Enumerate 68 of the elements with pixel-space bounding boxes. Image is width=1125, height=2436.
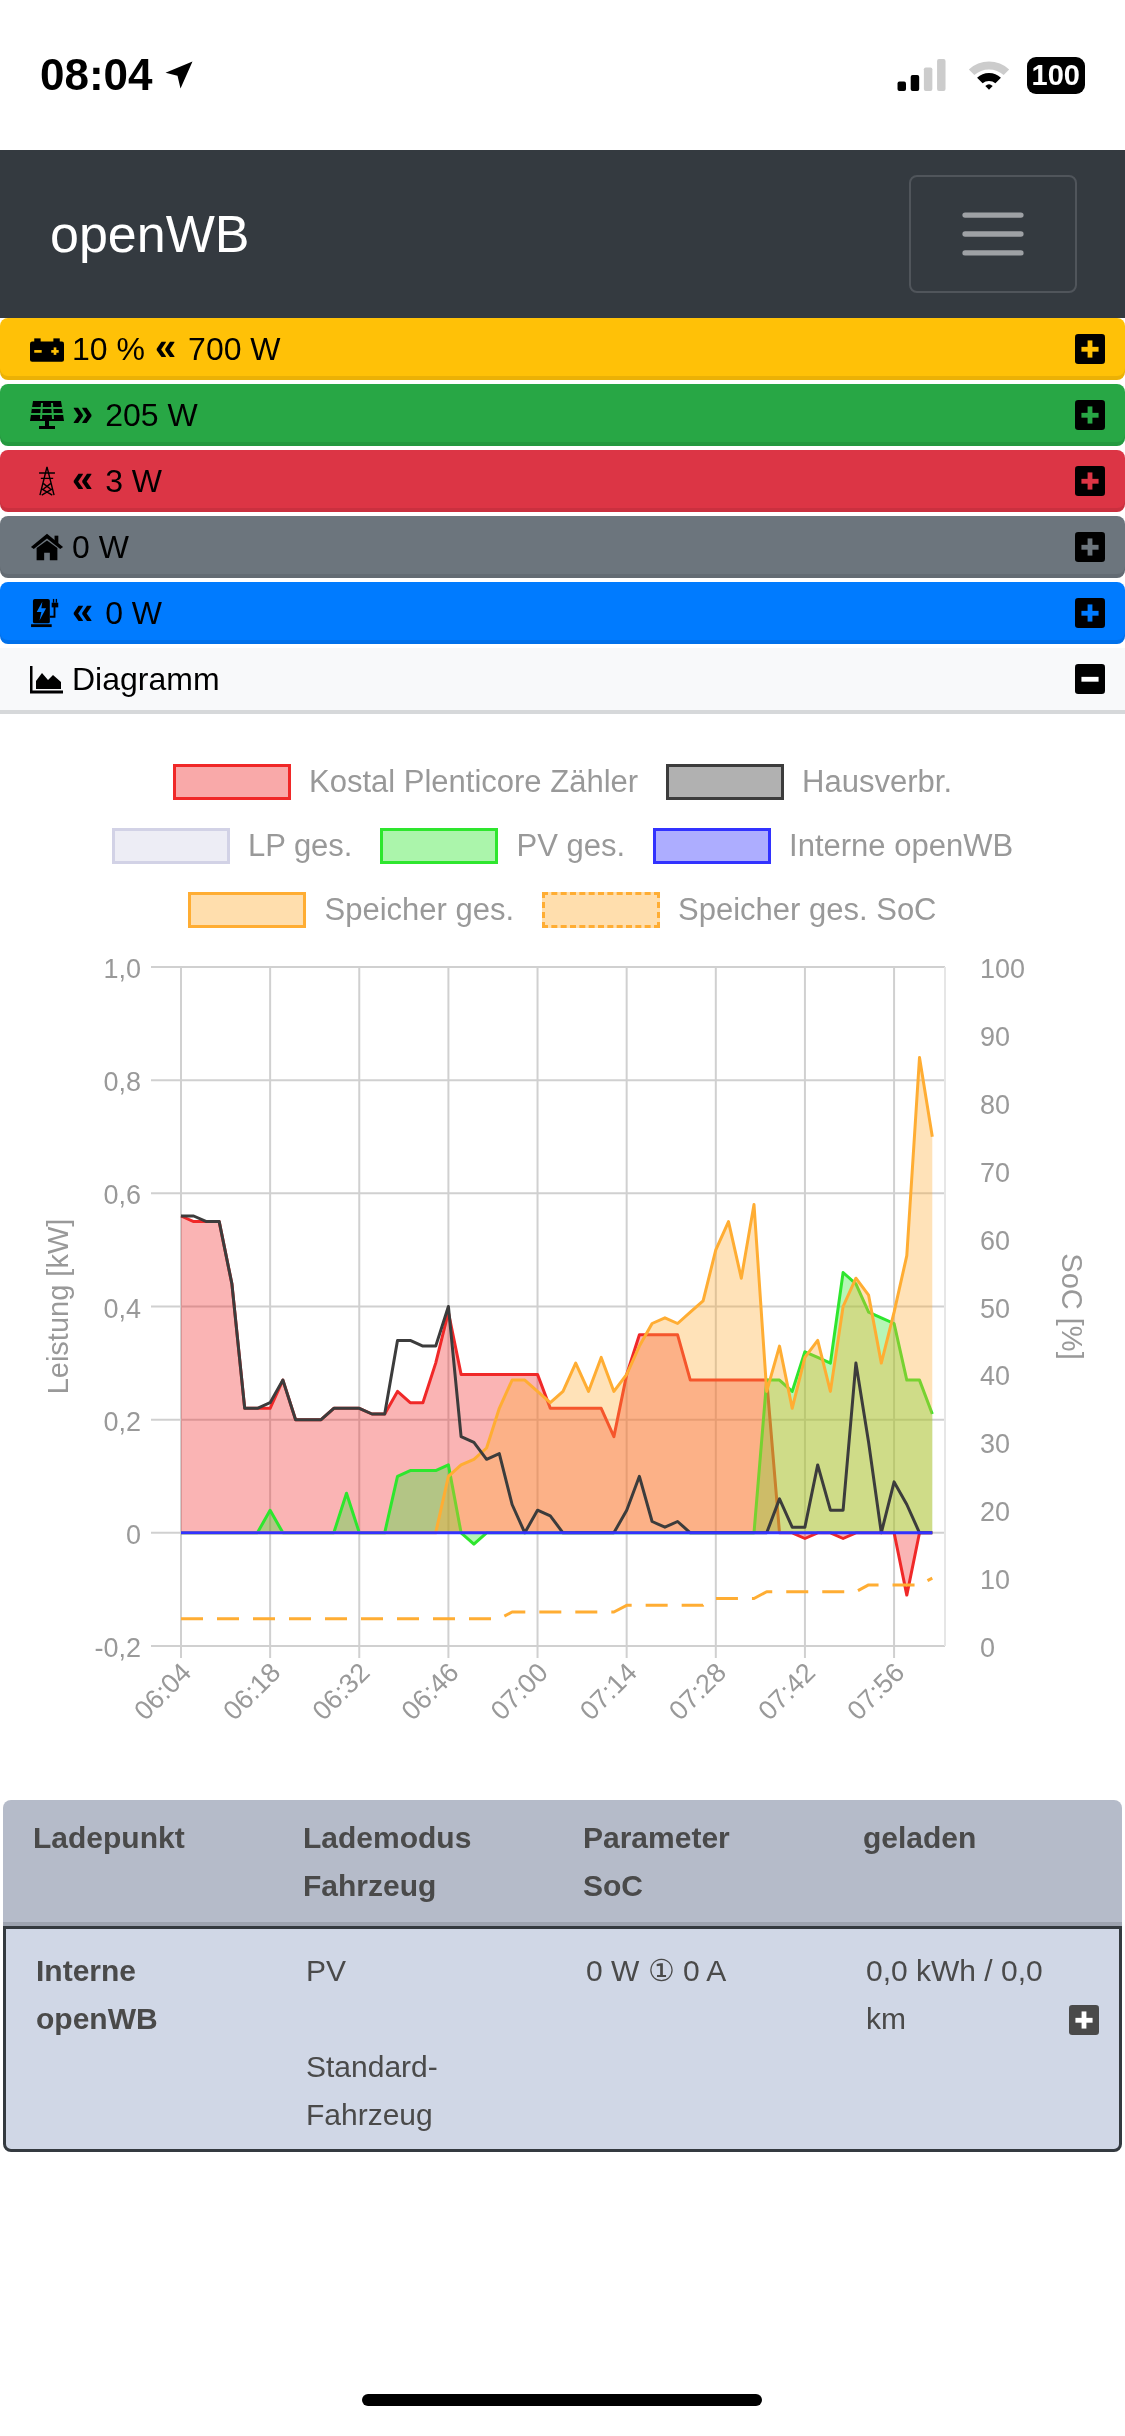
axis-tick-label: 60 (980, 1225, 1011, 1256)
plus-square-icon[interactable] (1075, 334, 1105, 364)
menu-button[interactable] (909, 175, 1077, 293)
direction-arrows: « (72, 592, 94, 630)
axis-tick-label: 30 (980, 1429, 1011, 1460)
power-banner[interactable]: » 205 W (0, 384, 1125, 446)
table-cell-text: Interne openWB (36, 1953, 159, 2037)
column-header: Ladepunkt (33, 1820, 186, 1856)
direction-arrows: » (72, 394, 94, 432)
legend-label[interactable]: Kostal Plenticore Zähler (309, 764, 639, 800)
minus-square-icon[interactable] (1075, 664, 1105, 694)
table-cell-text: Standard-Fahrzeug (306, 2049, 439, 2133)
power-banner[interactable]: 0 W (0, 516, 1125, 578)
legend-label[interactable]: Speicher ges. (324, 892, 515, 928)
plus-square-icon[interactable] (1075, 400, 1105, 430)
axis-tick-label: 10 (980, 1565, 1011, 1596)
section-title: Diagramm (72, 660, 220, 698)
battery-indicator: 100 (1026, 56, 1085, 94)
direction-arrows: « (72, 460, 94, 498)
legend-label[interactable]: LP ges. (247, 828, 353, 864)
axis-tick-label: 40 (980, 1361, 1011, 1392)
solar-panel-icon (30, 400, 64, 430)
axis-tick-label: 20 (980, 1497, 1011, 1528)
axis-tick-label: 0 (980, 1633, 996, 1663)
axis-tick-label: 1,0 (103, 954, 141, 984)
plus-square-icon[interactable] (1075, 598, 1105, 628)
axis-tick-label: 0,6 (103, 1180, 141, 1211)
table-cell-text: PV (306, 1953, 348, 1989)
signal-icon (896, 59, 947, 91)
area-chart-icon (30, 664, 64, 694)
brand-title[interactable]: openWB (50, 204, 250, 264)
axis-tick-label: 90 (980, 1021, 1011, 1052)
table-cell-text: 0 W ① 0 A (586, 1953, 728, 1989)
battery-soc: 10 % (72, 330, 145, 368)
power-banner[interactable]: « 3 W (0, 450, 1125, 512)
power-value: 0 W (72, 528, 129, 566)
axis-tick-label: -0,2 (94, 1633, 141, 1663)
plus-square-icon[interactable] (1069, 2005, 1099, 2035)
legend-label[interactable]: Interne openWB (789, 828, 1014, 864)
axis-tick-label: 0,8 (103, 1067, 141, 1098)
legend-label[interactable]: PV ges. (516, 828, 626, 864)
column-header: Parameter (583, 1820, 731, 1856)
column-header: Lademodus (303, 1820, 473, 1856)
axis-tick-label: 100 (980, 954, 1026, 984)
direction-arrows: « (154, 328, 177, 366)
axis-tick-label: 0,2 (103, 1406, 141, 1437)
power-value: 700 W (188, 330, 281, 368)
house-icon (30, 532, 64, 562)
legend-label[interactable]: Hausverbr. (802, 764, 952, 800)
axis-tick-label: 80 (980, 1089, 1011, 1120)
wifi-icon (966, 59, 1011, 91)
power-banner[interactable]: 10 % « 700 W (0, 318, 1125, 380)
axis-tick-label: 0 (125, 1519, 141, 1550)
power-value: 0 W (105, 594, 163, 632)
axis-title: Leistung [kW] (42, 1218, 74, 1395)
axis-tick-label: 70 (980, 1157, 1011, 1188)
table-cell-text: 0,0 kWh / 0,0 km (866, 1953, 1044, 2037)
axis-title: SoC [%] (1056, 1253, 1088, 1360)
axis-tick-label: 50 (980, 1293, 1011, 1324)
column-header: SoC (583, 1868, 644, 1904)
legend-label[interactable]: Speicher ges. SoC (678, 892, 937, 928)
power-value: 3 W (105, 462, 163, 500)
column-header: Fahrzeug (303, 1868, 438, 1904)
axis-tick-label: 0,4 (103, 1293, 141, 1324)
power-banner[interactable]: « 0 W (0, 582, 1125, 644)
power-value: 205 W (105, 396, 198, 434)
status-time: 08:04 (40, 50, 153, 100)
column-header: geladen (863, 1820, 978, 1856)
